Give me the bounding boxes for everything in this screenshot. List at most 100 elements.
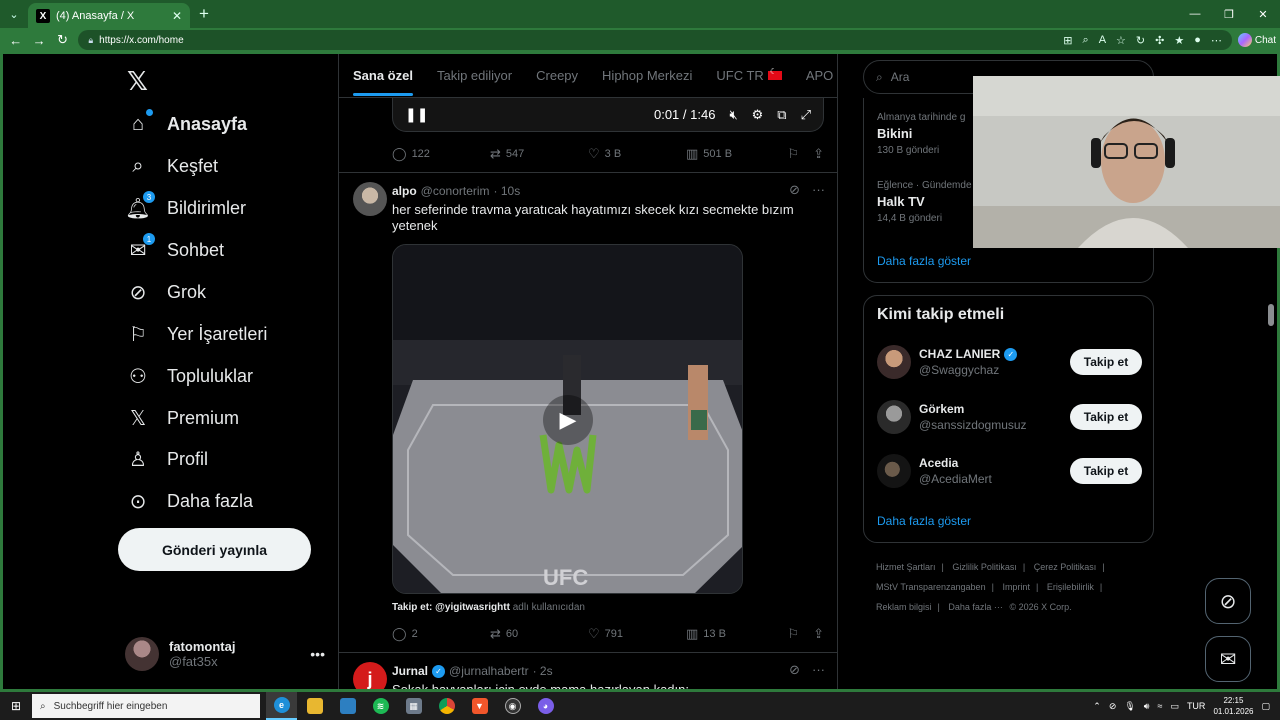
post-author-handle[interactable]: @jurnalhabertr — [449, 664, 529, 678]
url-input[interactable]: 🔒︎ https://x.com/home ⊞ ⌕ A ☆ ↻ ✣ ★ ● ⋯ — [78, 30, 1232, 50]
post-video[interactable]: UFC ▶ — [392, 244, 743, 594]
restore-icon[interactable]: ❐ — [1212, 0, 1246, 28]
read-aloud-icon[interactable]: A — [1099, 34, 1106, 47]
sidebar-item-grok[interactable]: ⊘ Grok — [125, 274, 206, 310]
extensions-icon[interactable]: ✣ — [1155, 34, 1164, 47]
grok-floating-button[interactable]: ⊘ — [1205, 578, 1251, 624]
footer-link-more[interactable]: Daha fazla ··· — [948, 602, 1003, 612]
tab-ufc-tr[interactable]: UFC TR — [716, 54, 782, 98]
taskbar-search-input[interactable]: ⌕ Suchbegriff hier eingeben — [32, 694, 260, 718]
more-dots-icon[interactable]: ··· — [812, 662, 825, 678]
attribution-user[interactable]: Takip et: @yigitwasrightt — [392, 602, 510, 613]
tab-hiphop-merkezi[interactable]: Hiphop Merkezi — [602, 54, 692, 98]
browser-tab-active[interactable]: X (4) Anasayfa / X ✕ — [28, 3, 190, 29]
fullscreen-icon[interactable]: ⤢ — [801, 107, 811, 123]
brave-app[interactable]: ▼ — [464, 692, 495, 720]
pip-icon[interactable]: ⧉ — [777, 107, 786, 123]
trend-item[interactable]: Almanya tarihinde g Bikini 130 B gönderi — [877, 112, 965, 156]
post-time[interactable]: · 10s — [494, 184, 521, 198]
suggestion-row[interactable]: Görkem @sanssizdogmusuz Takip et — [877, 397, 1142, 437]
footer-link-privacy[interactable]: Gizlilik Politikası — [952, 562, 1017, 572]
reload-icon[interactable]: ↻ — [51, 28, 74, 52]
share-icon[interactable]: ⇪ — [813, 146, 824, 162]
obs-app[interactable]: ◉ — [497, 692, 528, 720]
forward-icon[interactable]: → — [27, 28, 50, 52]
sidebar-item-explore[interactable]: ⌕ Keşfet — [125, 148, 218, 184]
photos-app[interactable] — [332, 692, 363, 720]
tab-list-chevron-icon[interactable]: ⌄ — [0, 0, 28, 28]
x-logo-icon[interactable]: 𝕏 — [127, 66, 148, 97]
minimize-icon[interactable]: — — [1178, 0, 1212, 28]
bookmark-icon[interactable]: ⚐ — [787, 146, 799, 162]
favorites-icon[interactable]: ★ — [1174, 34, 1184, 47]
pause-icon[interactable]: ❚❚ — [405, 106, 428, 123]
show-more-suggestions-link[interactable]: Daha fazla göster — [877, 514, 971, 528]
chevron-up-icon[interactable]: ⌃ — [1093, 701, 1101, 712]
copilot-chat-button[interactable]: Chat — [1237, 33, 1276, 47]
zoom-icon[interactable]: ⌕ — [1083, 34, 1089, 47]
footer-link-terms[interactable]: Hizmet Şartları — [876, 562, 936, 572]
volume-icon[interactable]: 🔊︎ — [1144, 701, 1150, 712]
show-more-trends-link[interactable]: Daha fazla göster — [877, 254, 971, 268]
tab-creepy[interactable]: Creepy — [536, 54, 578, 98]
post-time[interactable]: · 2s — [533, 664, 553, 678]
tab-apo[interactable]: APO — [806, 54, 833, 98]
repost-button[interactable]: ⇄ 60 — [490, 626, 588, 642]
mute-icon[interactable]: 🔇︎ — [729, 107, 737, 123]
footer-link-imprint[interactable]: Imprint — [1002, 582, 1030, 592]
footer-link-mstv[interactable]: MStV Transparenzangaben — [876, 582, 986, 592]
like-button[interactable]: ♡ 3 B — [588, 146, 686, 162]
avatar[interactable]: j — [353, 662, 387, 689]
views-button[interactable]: ▥ 501 B — [686, 146, 784, 162]
profile-avatar-icon[interactable]: ● — [1194, 34, 1201, 47]
footer-link-cookies[interactable]: Çerez Politikası — [1034, 562, 1097, 572]
reply-button[interactable]: ◯ 2 — [392, 626, 490, 642]
trend-item[interactable]: Eğlence · Gündemde Halk TV 14,4 B gönder… — [877, 180, 972, 224]
more-dots-icon[interactable]: ··· — [812, 182, 825, 198]
clock[interactable]: 22:15 01.01.2026 — [1213, 695, 1253, 717]
more-dots-icon[interactable]: ••• — [310, 646, 325, 662]
grok-icon[interactable]: ⊘ — [789, 662, 800, 678]
back-icon[interactable]: ← — [4, 28, 27, 52]
sidebar-item-premium[interactable]: 𝕏 Premium — [125, 400, 239, 436]
sidebar-item-chat[interactable]: ✉ 1 Sohbet — [125, 232, 224, 268]
tab-following[interactable]: Takip ediliyor — [437, 54, 512, 98]
grok-icon[interactable]: ⊘ — [789, 182, 800, 198]
chrome-app[interactable] — [431, 692, 462, 720]
spotify-app[interactable]: ≋ — [365, 692, 396, 720]
menu-dots-icon[interactable]: ⋯ — [1211, 34, 1222, 47]
bookmark-icon[interactable]: ⚐ — [787, 626, 799, 642]
post-author-handle[interactable]: @conorterim — [421, 184, 490, 198]
post-button[interactable]: Gönderi yayınla — [118, 528, 311, 571]
play-icon[interactable]: ▶ — [543, 395, 593, 445]
footer-link-accessibility[interactable]: Erişilebilirlik — [1047, 582, 1094, 592]
repost-button[interactable]: ⇄ 547 — [490, 146, 588, 162]
post-author-name[interactable]: alpo — [392, 184, 417, 198]
microphone-icon[interactable]: 🎙︎ — [1124, 701, 1135, 712]
messages-floating-button[interactable]: ✉ — [1205, 636, 1251, 682]
avatar[interactable] — [353, 182, 387, 216]
scrollbar-thumb[interactable] — [1268, 304, 1274, 326]
tab-for-you[interactable]: Sana özel — [353, 54, 413, 98]
follow-button[interactable]: Takip et — [1070, 404, 1142, 430]
views-button[interactable]: ▥ 13 B — [686, 626, 784, 642]
language-indicator[interactable]: TUR — [1187, 701, 1206, 711]
wifi-icon[interactable]: ≈ — [1157, 701, 1162, 711]
edge-app[interactable]: e — [266, 692, 297, 720]
windows-start-icon[interactable]: ⊞ — [0, 692, 32, 720]
footer-link-ads-info[interactable]: Reklam bilgisi — [876, 602, 932, 612]
follow-button[interactable]: Takip et — [1070, 349, 1142, 375]
calculator-app[interactable]: ▦ — [398, 692, 429, 720]
notification-center-icon[interactable]: ▢ — [1261, 701, 1270, 712]
post-author-name[interactable]: Jurnal — [392, 664, 428, 678]
battery-icon[interactable]: ▭ — [1170, 701, 1179, 712]
sidebar-item-notifications[interactable]: 🔔︎ 3 Bildirimler — [125, 190, 246, 226]
favorite-star-icon[interactable]: ☆ — [1116, 34, 1126, 47]
refresh-icon[interactable]: ↻ — [1136, 34, 1145, 47]
new-tab-button[interactable]: + — [190, 0, 218, 28]
suggestion-row[interactable]: CHAZ LANIER ✓ @Swaggychaz Takip et — [877, 342, 1142, 382]
sidebar-item-home[interactable]: ⌂ Anasayfa — [125, 106, 247, 142]
account-switcher[interactable]: fatomontaj @fat35x ••• — [125, 634, 325, 674]
sidebar-item-bookmarks[interactable]: ⚐ Yer İşaretleri — [125, 316, 267, 352]
close-tab-icon[interactable]: ✕ — [172, 9, 182, 23]
